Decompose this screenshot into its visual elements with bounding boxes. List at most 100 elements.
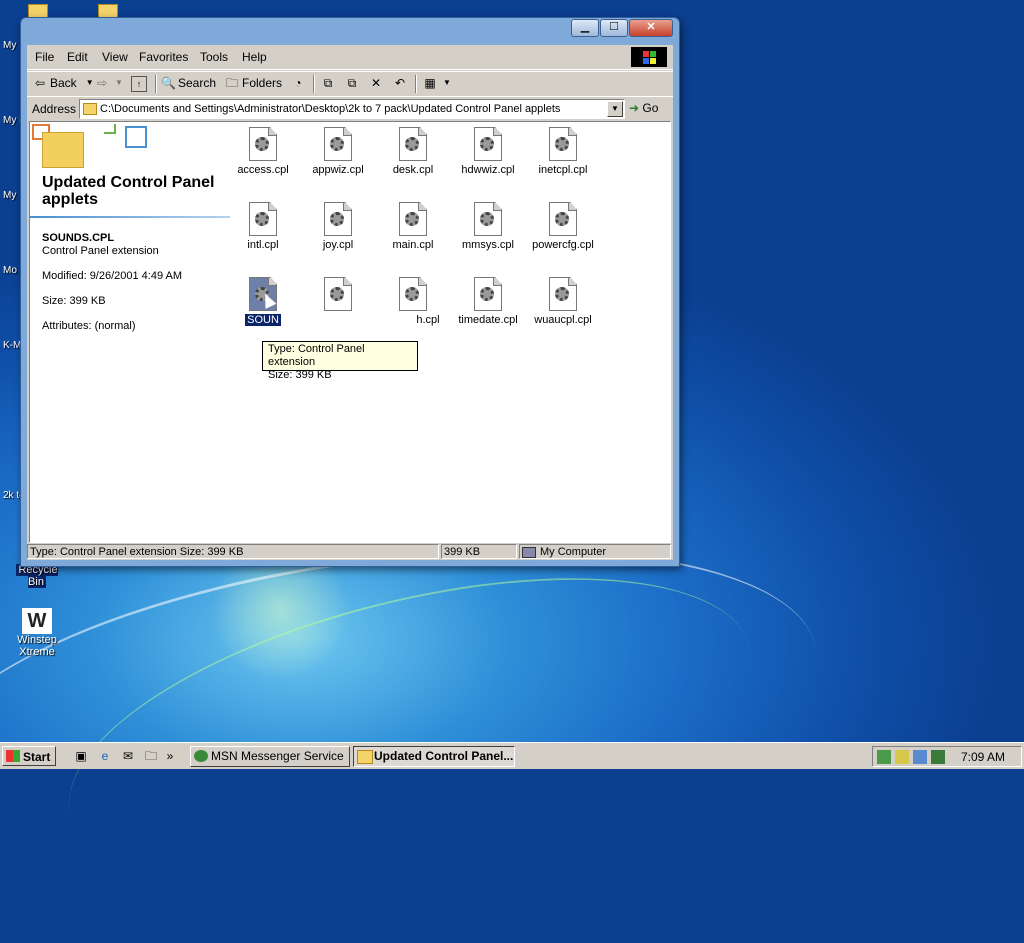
winstep-xtreme-shortcut[interactable]: W Winstep Xtreme — [12, 608, 62, 658]
start-button[interactable]: Start — [2, 746, 56, 766]
cpl-file-icon — [249, 202, 277, 236]
move-to-icon: ⧉ — [323, 76, 333, 90]
cpl-file-icon — [474, 277, 502, 311]
back-arrow-icon: ⇦ — [34, 76, 46, 90]
chevron-down-icon: ▼ — [443, 78, 451, 87]
file-name: inetcpl.cpl — [538, 164, 588, 176]
gear-icon — [330, 287, 344, 301]
menu-view[interactable]: View — [102, 50, 128, 64]
title-divider — [30, 216, 230, 218]
go-button[interactable]: ➜ Go — [629, 101, 658, 115]
clock[interactable]: 7:09 AM — [961, 750, 1005, 764]
quicklaunch-more-icon[interactable]: » — [164, 747, 176, 765]
up-button[interactable]: ↑ — [131, 76, 150, 92]
delete-button[interactable]: ✕ — [369, 76, 386, 90]
explorer-icon[interactable]: 🗀 — [142, 747, 160, 765]
back-button[interactable]: ⇦ Back ▼ — [33, 76, 100, 90]
desktop-icon-label[interactable]: My — [3, 40, 16, 51]
copy-to-button[interactable]: ⧉ — [345, 76, 362, 90]
outlook-express-icon[interactable]: ✉ — [119, 747, 137, 765]
messenger-tray-icon[interactable] — [931, 750, 945, 764]
desktop-icon-label[interactable]: My — [3, 190, 16, 201]
file-item[interactable]: wuaucpl.cpl — [528, 277, 598, 326]
internet-explorer-icon[interactable]: e — [96, 747, 114, 765]
decor-square — [104, 124, 116, 134]
gear-icon — [555, 137, 569, 151]
recycle-bin[interactable]: Recycle Bin — [6, 564, 68, 588]
winstep-label: Xtreme — [19, 646, 55, 658]
my-computer-icon — [522, 546, 536, 558]
show-desktop-icon[interactable]: ▣ — [72, 747, 90, 765]
folders-button[interactable]: 🗀 Folders — [225, 76, 282, 90]
maximize-button[interactable]: ☐ — [600, 19, 628, 37]
cpl-file-icon — [474, 202, 502, 236]
file-item[interactable]: mmsys.cpl — [453, 202, 523, 251]
address-dropdown-button[interactable]: ▼ — [607, 101, 623, 117]
file-item[interactable]: desk.cpl — [378, 127, 448, 176]
file-item[interactable]: main.cpl — [378, 202, 448, 251]
folders-icon: 🗀 — [225, 76, 238, 90]
cpl-file-icon — [399, 277, 427, 311]
folder-up-icon: ↑ — [131, 76, 147, 92]
address-value: C:\Documents and Settings\Administrator\… — [100, 103, 561, 115]
file-item[interactable]: hdwwiz.cpl — [453, 127, 523, 176]
start-label: Start — [23, 750, 51, 764]
menu-file[interactable]: File — [35, 50, 54, 64]
selected-file-size: Size: 399 KB — [42, 295, 106, 307]
file-item[interactable] — [303, 277, 373, 314]
windows-logo-icon — [631, 47, 667, 67]
menu-edit[interactable]: Edit — [67, 50, 88, 64]
network-icon[interactable] — [877, 750, 891, 764]
move-to-button[interactable]: ⧉ — [321, 76, 338, 90]
gear-icon — [405, 287, 419, 301]
menu-tools[interactable]: Tools — [200, 50, 228, 64]
file-item[interactable]: appwiz.cpl — [303, 127, 373, 176]
file-name: mmsys.cpl — [462, 239, 514, 251]
file-item[interactable]: h.cpl — [378, 277, 448, 326]
taskbar: Start ▣ e ✉ 🗀 » MSN Messenger Service Up… — [0, 742, 1024, 769]
address-label: Address — [32, 102, 77, 116]
forward-button[interactable]: ⇨ ▼ — [95, 76, 129, 90]
history-button[interactable]: ◔ — [291, 76, 308, 90]
toolbar-separator — [415, 75, 417, 93]
gear-icon — [555, 287, 569, 301]
file-item[interactable]: access.cpl — [228, 127, 298, 176]
file-name: access.cpl — [237, 164, 289, 176]
cpl-file-icon — [399, 202, 427, 236]
file-item[interactable]: joy.cpl — [303, 202, 373, 251]
address-input[interactable]: C:\Documents and Settings\Administrator\… — [79, 99, 625, 119]
minimize-button[interactable]: ▁ — [571, 19, 599, 37]
file-name: powercfg.cpl — [532, 239, 594, 251]
tray-icon[interactable] — [895, 750, 909, 764]
file-name: joy.cpl — [322, 239, 354, 251]
gear-icon — [480, 287, 494, 301]
file-name: appwiz.cpl — [312, 164, 364, 176]
undo-button[interactable]: ↶ — [393, 76, 410, 90]
winstep-icon: W — [22, 608, 52, 634]
file-item[interactable]: powercfg.cpl — [528, 202, 598, 251]
volume-icon[interactable] — [913, 750, 927, 764]
menu-help[interactable]: Help — [242, 50, 267, 64]
file-item[interactable]: intl.cpl — [228, 202, 298, 251]
desktop-icon-label[interactable]: K-M — [3, 340, 21, 351]
file-name: main.cpl — [392, 239, 434, 251]
search-button[interactable]: 🔍 Search — [161, 76, 216, 90]
file-name: h.cpl — [416, 314, 440, 326]
desktop-icon-label[interactable]: Mo — [3, 265, 17, 276]
back-label: Back — [50, 76, 77, 90]
file-item[interactable]: inetcpl.cpl — [528, 127, 598, 176]
close-button[interactable]: ✕ — [629, 19, 673, 37]
explorer-window[interactable]: ▁ ☐ ✕ File Edit View Favorites Tools Hel… — [20, 17, 680, 567]
delete-icon: ✕ — [370, 76, 382, 90]
task-label: Updated Control Panel... — [374, 749, 514, 763]
views-button[interactable]: ▦ ▼ — [423, 76, 457, 90]
gear-icon — [480, 212, 494, 226]
file-item[interactable]: timedate.cpl — [453, 277, 523, 326]
menu-favorites[interactable]: Favorites — [139, 50, 188, 64]
folder-content-pane[interactable]: Updated Control Panel applets SOUNDS.CPL… — [29, 121, 671, 543]
task-explorer-window[interactable]: Updated Control Panel... — [353, 746, 515, 767]
task-msn-messenger[interactable]: MSN Messenger Service — [190, 746, 350, 767]
status-bar: Type: Control Panel extension Size: 399 … — [27, 543, 673, 560]
folders-label: Folders — [242, 76, 283, 90]
file-name: wuaucpl.cpl — [534, 314, 592, 326]
